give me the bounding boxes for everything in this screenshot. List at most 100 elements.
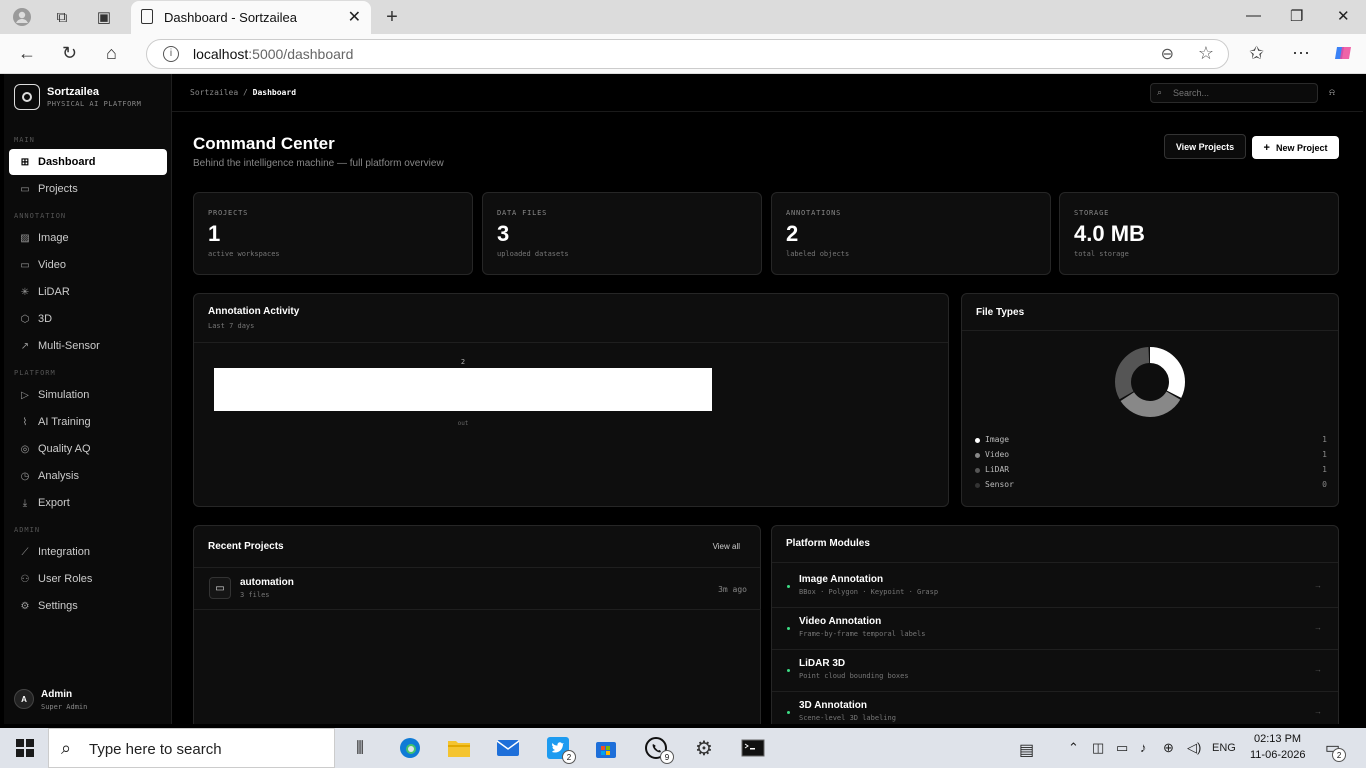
breadcrumb-root[interactable]: Sortzailea: [190, 88, 238, 97]
sidebar-item-video[interactable]: ▭ Video: [9, 252, 167, 278]
file-types-card: File Types Image 1 Video 1 LiDAR 1 Sensor 0: [961, 293, 1339, 507]
sidebar-item-user-roles[interactable]: ⚇ User Roles: [9, 566, 167, 592]
sidebar-item-simulation[interactable]: ▷ Simulation: [9, 382, 167, 408]
sidebar-item-label: Multi-Sensor: [38, 340, 100, 352]
news-widget-icon[interactable]: ▤: [1019, 740, 1034, 760]
site-info-icon[interactable]: i: [163, 46, 179, 62]
store-icon[interactable]: [592, 734, 620, 762]
sidebar-item-label: Quality AQ: [38, 443, 91, 455]
terminal-icon[interactable]: [739, 734, 767, 762]
activity-bar-chart: 2 out: [214, 358, 712, 427]
task-view-icon[interactable]: ⫴: [346, 734, 374, 762]
view-all-link[interactable]: View all: [713, 542, 740, 551]
copilot-icon[interactable]: [1333, 43, 1353, 68]
card-header: File Types: [962, 294, 1338, 331]
search-input[interactable]: [1150, 83, 1318, 103]
clock-time[interactable]: 02:13 PM: [1254, 733, 1301, 745]
settings-gear-icon[interactable]: ⚙: [690, 734, 718, 762]
globe-network-icon[interactable]: ⊕: [1163, 740, 1174, 756]
card-header: Platform Modules: [772, 526, 1338, 563]
whatsapp-icon[interactable]: 9: [642, 734, 674, 764]
restore-icon[interactable]: ❐: [1290, 7, 1303, 25]
sidebar-item-multi-sensor[interactable]: ↗ Multi-Sensor: [9, 333, 167, 359]
url-field[interactable]: i localhost:5000/dashboard ⊖ ☆: [146, 39, 1229, 69]
legend-value: 1: [1322, 435, 1327, 444]
sidebar-item-ai-training[interactable]: ⌇ AI Training: [9, 409, 167, 435]
favorite-star-icon[interactable]: ☆: [1198, 43, 1214, 64]
sidebar-item-settings[interactable]: ⚙ Settings: [9, 593, 167, 619]
module-row[interactable]: Image Annotation BBox · Polygon · Keypoi…: [772, 566, 1338, 608]
training-icon: ⌇: [22, 416, 28, 428]
notifications-icon[interactable]: ▭ 2: [1325, 738, 1347, 762]
sidebar-item-export[interactable]: ⤓ Export: [9, 490, 167, 516]
brand[interactable]: Sortzailea PHYSICAL AI PLATFORM: [14, 84, 164, 114]
platform-modules-card: Platform Modules Image Annotation BBox ·…: [771, 525, 1339, 724]
sidebar-item-quality-aq[interactable]: ◎ Quality AQ: [9, 436, 167, 462]
sidebar-item-analysis[interactable]: ◷ Analysis: [9, 463, 167, 489]
card-title: Platform Modules: [786, 538, 870, 549]
home-icon[interactable]: ⌂: [106, 43, 117, 64]
camera-icon[interactable]: ◫: [1092, 740, 1104, 756]
sidebar-item-label: User Roles: [38, 573, 93, 585]
folder-icon: ▭: [20, 183, 30, 195]
legend-dot: [975, 453, 980, 458]
plus-icon: +: [1263, 141, 1270, 154]
sidebar-item-dashboard[interactable]: ⊞ Dashboard: [9, 149, 167, 175]
module-row[interactable]: LiDAR 3D Point cloud bounding boxes →: [772, 650, 1338, 692]
taskbar-search[interactable]: ⌕ Type here to search: [48, 728, 335, 768]
sidebar-item-lidar[interactable]: ✳ LiDAR: [9, 279, 167, 305]
module-row[interactable]: Video Annotation Frame-by-frame temporal…: [772, 608, 1338, 650]
new-project-label: New Project: [1275, 142, 1328, 153]
more-menu-icon[interactable]: ⋯: [1292, 43, 1310, 64]
twitter-icon[interactable]: 2: [544, 734, 576, 764]
back-icon[interactable]: ←: [18, 43, 36, 64]
chevron-up-icon[interactable]: ⌃: [1068, 740, 1079, 756]
close-tab-icon[interactable]: ✕: [348, 7, 361, 27]
reload-icon[interactable]: ↻: [62, 43, 77, 64]
new-tab-icon[interactable]: +: [382, 6, 402, 28]
tab-actions-icon[interactable]: ▣: [94, 7, 114, 27]
module-row[interactable]: 3D Annotation Scene-level 3D labeling →: [772, 692, 1338, 724]
arrow-right-icon: →: [1314, 623, 1322, 632]
page-title: Command Center: [193, 134, 335, 153]
page-icon: [141, 9, 153, 24]
project-row[interactable]: ▭ automation 3 files 3m ago: [194, 568, 761, 610]
edge-browser-icon[interactable]: [396, 734, 424, 762]
search-icon: ⌕: [1157, 87, 1163, 97]
view-projects-button[interactable]: View Projects: [1164, 134, 1246, 159]
microphone-icon[interactable]: ♪: [1140, 740, 1147, 755]
sidebar-item-3d[interactable]: ⬡ 3D: [9, 306, 167, 332]
sidebar-item-integration[interactable]: ⟋ Integration: [9, 539, 167, 565]
windows-start-icon[interactable]: [16, 739, 34, 757]
file-explorer-icon[interactable]: [445, 734, 473, 762]
activity-bar[interactable]: [214, 368, 712, 411]
sidebar-item-projects[interactable]: ▭ Projects: [9, 176, 167, 202]
play-icon: ▷: [21, 389, 29, 401]
new-project-button[interactable]: + New Project: [1252, 136, 1339, 159]
file-types-donut-chart: [1115, 347, 1185, 417]
browser-address-bar: ← ↻ ⌂ i localhost:5000/dashboard ⊖ ☆ ✩ ⋯: [0, 34, 1366, 74]
stat-label: ANNOTATIONS: [786, 209, 842, 217]
card-title: Annotation Activity: [208, 306, 300, 317]
sidebar-item-label: Dashboard: [38, 156, 96, 168]
speaker-icon[interactable]: ◁): [1187, 740, 1201, 756]
module-desc: Point cloud bounding boxes: [799, 672, 909, 680]
zoom-icon[interactable]: ⊖: [1161, 44, 1174, 64]
mail-icon[interactable]: [494, 734, 522, 762]
language-indicator[interactable]: ENG: [1212, 742, 1236, 754]
clock-date[interactable]: 11-06-2026: [1250, 749, 1305, 761]
battery-icon[interactable]: ▭: [1116, 740, 1128, 756]
sidebar-item-label: Settings: [38, 600, 78, 612]
minimize-icon[interactable]: —: [1246, 7, 1261, 24]
workspaces-icon[interactable]: ⧉: [52, 7, 72, 27]
favorites-icon[interactable]: ✩: [1249, 43, 1264, 64]
twitter-badge: 2: [562, 750, 576, 764]
close-window-icon[interactable]: ✕: [1337, 7, 1350, 25]
bell-icon[interactable]: ⍾: [1329, 87, 1335, 98]
profile-icon[interactable]: [12, 7, 32, 27]
browser-tab-active[interactable]: Dashboard - Sortzailea ✕: [131, 1, 371, 34]
user-profile[interactable]: A Admin Super Admin: [14, 686, 164, 716]
sidebar-item-image[interactable]: ▨ Image: [9, 225, 167, 251]
link-icon: ⟋: [21, 546, 29, 558]
page-subtitle: Behind the intelligence machine — full p…: [193, 158, 444, 169]
